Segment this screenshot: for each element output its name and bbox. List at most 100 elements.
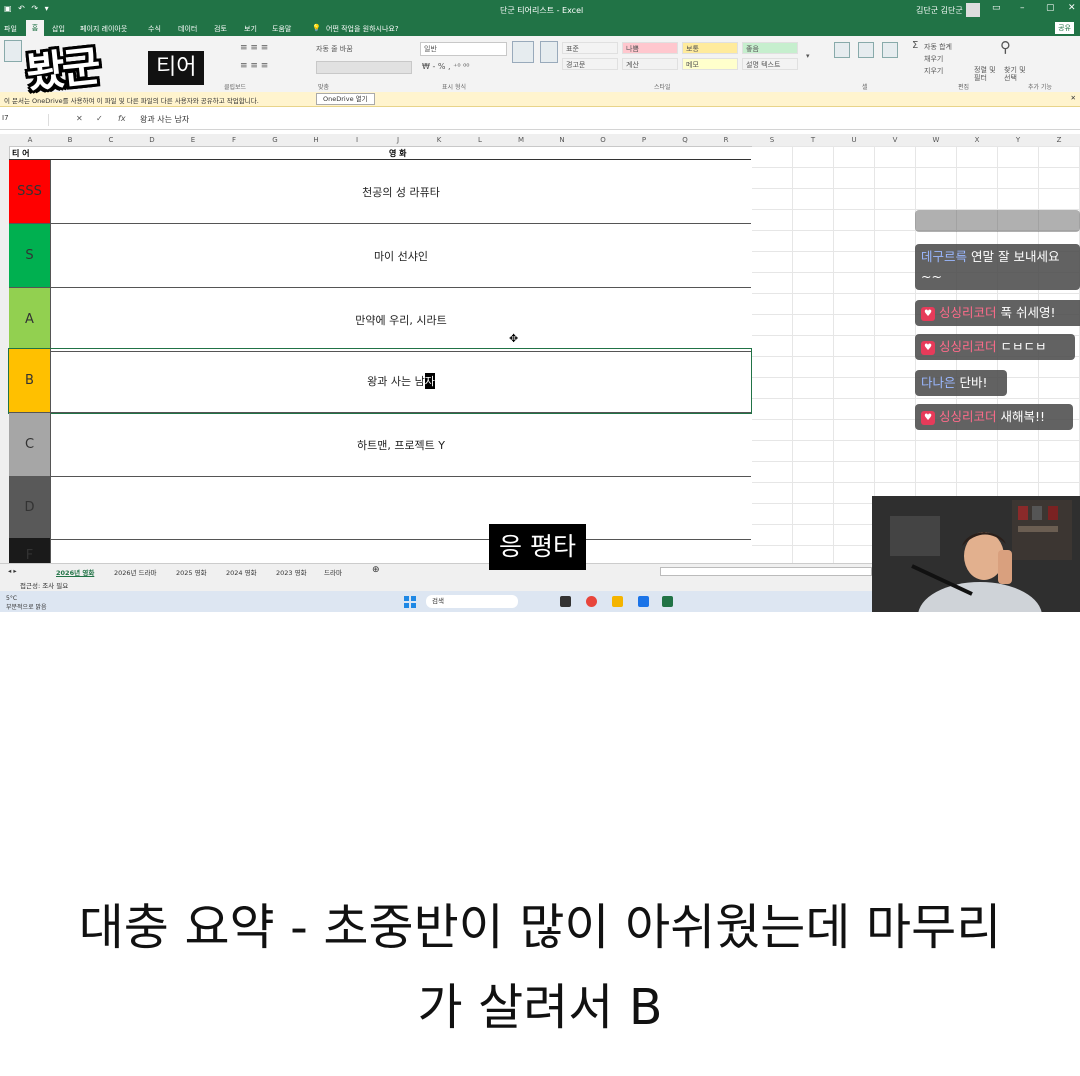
sheet-tab-active[interactable]: 2026년 영화 — [56, 567, 94, 577]
tier-label[interactable]: A — [9, 288, 51, 351]
formula-input[interactable]: 왕과 사는 남자 — [140, 114, 189, 125]
style-calculation[interactable]: 계산 — [622, 58, 678, 70]
search-icon[interactable]: ⚲ — [1000, 38, 1011, 56]
sheet-tab[interactable]: 2025 영화 — [176, 567, 207, 577]
format-as-table-icon[interactable] — [540, 41, 558, 63]
tier-movies[interactable]: 하트맨, 프로젝트 Y — [51, 413, 751, 476]
tier-movies[interactable]: 마이 선샤인 — [51, 224, 751, 287]
style-good[interactable]: 좋음 — [742, 42, 798, 54]
tier-row-selected[interactable]: B 왕과 사는 남자 — [8, 348, 752, 414]
tier-movies-editing[interactable]: 왕과 사는 남자 — [51, 349, 751, 412]
table-header-row[interactable]: 티 어 영 화 — [9, 146, 751, 160]
column-header[interactable]: T — [811, 136, 815, 144]
column-header[interactable]: H — [313, 136, 318, 144]
style-bad[interactable]: 나쁨 — [622, 42, 678, 54]
excel-icon[interactable] — [662, 596, 673, 607]
style-normal[interactable]: 표준 — [562, 42, 618, 54]
tab-formulas[interactable]: 수식 — [148, 24, 161, 34]
user-name[interactable]: 김단군 김단군 — [916, 5, 963, 16]
tab-data[interactable]: 데이터 — [178, 24, 197, 34]
close-icon[interactable]: ✕ — [1068, 3, 1076, 13]
sheet-tab[interactable]: 2024 영화 — [226, 567, 257, 577]
tab-help[interactable]: 도움말 — [272, 24, 291, 34]
column-header[interactable]: A — [28, 136, 33, 144]
tier-label[interactable]: B — [9, 349, 51, 412]
tier-label[interactable]: D — [9, 476, 51, 539]
tab-home[interactable]: 홈 — [26, 20, 44, 36]
insert-cells-icon[interactable] — [834, 42, 850, 58]
column-header[interactable]: B — [68, 136, 73, 144]
column-header[interactable]: K — [437, 136, 442, 144]
style-explanatory[interactable]: 설명 텍스트 — [742, 58, 798, 70]
conditional-format-icon[interactable] — [512, 41, 534, 63]
avatar[interactable] — [966, 3, 980, 17]
column-header[interactable]: G — [272, 136, 277, 144]
onedrive-open-button[interactable]: OneDrive 열기 — [316, 93, 375, 105]
fill-button[interactable]: 채우기 — [924, 54, 943, 64]
format-cells-icon[interactable] — [882, 42, 898, 58]
tab-insert[interactable]: 삽입 — [52, 24, 65, 34]
column-header[interactable]: W — [933, 136, 940, 144]
taskview-icon[interactable] — [560, 596, 571, 607]
column-header[interactable]: M — [518, 136, 524, 144]
column-header[interactable]: J — [397, 136, 399, 144]
chrome-icon[interactable] — [586, 596, 597, 607]
add-sheet-icon[interactable]: ⊕ — [372, 565, 380, 575]
column-header[interactable]: D — [149, 136, 154, 144]
column-header[interactable]: R — [724, 136, 729, 144]
sheet-tab[interactable]: 2023 영화 — [276, 567, 307, 577]
sheet-tab[interactable]: 2026년 드라마 — [114, 567, 157, 577]
delete-cells-icon[interactable] — [858, 42, 874, 58]
wrap-text-button[interactable]: 자동 줄 바꿈 — [316, 44, 353, 54]
column-header[interactable]: V — [893, 136, 898, 144]
column-header[interactable]: E — [191, 136, 195, 144]
store-icon[interactable] — [638, 596, 649, 607]
column-header[interactable]: I — [356, 136, 358, 144]
name-box[interactable]: I7 — [2, 114, 49, 126]
column-header[interactable]: F — [232, 136, 236, 144]
tab-review[interactable]: 검토 — [214, 24, 227, 34]
weather-widget[interactable]: 5°C 부분적으로 맑음 — [6, 595, 47, 611]
tier-movies[interactable] — [51, 538, 751, 563]
style-neutral[interactable]: 보통 — [682, 42, 738, 54]
number-format-select[interactable]: 일반 — [420, 42, 507, 56]
column-header[interactable]: Q — [682, 136, 688, 144]
tab-view[interactable]: 보기 — [244, 24, 257, 34]
tier-label[interactable]: S — [9, 224, 51, 287]
tier-row[interactable]: C 하트맨, 프로젝트 Y — [9, 413, 751, 477]
paste-icon[interactable] — [4, 40, 22, 62]
style-note[interactable]: 메모 — [682, 58, 738, 70]
sheet-nav-icon[interactable]: ◂ ▸ — [8, 567, 17, 575]
sort-filter-button[interactable]: 정렬 및 필터 — [974, 66, 1002, 82]
windows-start-icon[interactable] — [404, 596, 416, 608]
autosum-button[interactable]: 자동 합계 — [924, 42, 952, 52]
tier-label[interactable]: SSS — [9, 160, 51, 223]
styles-more-icon[interactable]: ▾ — [806, 52, 810, 60]
enter-icon[interactable]: ✓ — [96, 114, 103, 123]
minimize-icon[interactable]: – — [1020, 3, 1025, 13]
tell-me-search[interactable]: 어떤 작업을 원하시나요? — [326, 24, 399, 34]
align-icon[interactable]: ≡ ≡ ≡ — [240, 43, 268, 53]
accessibility-status[interactable]: 접근성: 조사 필요 — [20, 580, 68, 590]
cancel-icon[interactable]: ✕ — [76, 114, 83, 123]
column-header[interactable]: X — [975, 136, 980, 144]
merge-center-button[interactable] — [316, 61, 412, 74]
tier-movies[interactable]: 만약에 우리, 시라트 — [51, 288, 751, 351]
horizontal-scrollbar[interactable] — [660, 567, 872, 576]
align-icon[interactable]: ≡ ≡ ≡ — [240, 61, 268, 71]
tier-movies[interactable]: 천공의 성 라퓨타 — [51, 160, 751, 223]
column-header[interactable]: Y — [1016, 136, 1020, 144]
column-header[interactable]: O — [600, 136, 606, 144]
tab-file[interactable]: 파일 — [4, 24, 17, 34]
maximize-icon[interactable]: ▢ — [1046, 3, 1055, 13]
ribbon-display-icon[interactable]: ▭ — [992, 3, 1001, 13]
function-icon[interactable]: fx — [118, 114, 126, 123]
file-explorer-icon[interactable] — [612, 596, 623, 607]
column-header[interactable]: N — [559, 136, 564, 144]
tier-row[interactable]: S 마이 선샤인 — [9, 224, 751, 288]
tier-label[interactable]: C — [9, 413, 51, 476]
clear-button[interactable]: 지우기 — [924, 66, 943, 76]
quick-access-toolbar[interactable]: ▣ ↶ ↷ ▾ — [4, 4, 51, 13]
tier-movies[interactable] — [51, 476, 751, 539]
tier-row[interactable]: F — [9, 538, 751, 563]
